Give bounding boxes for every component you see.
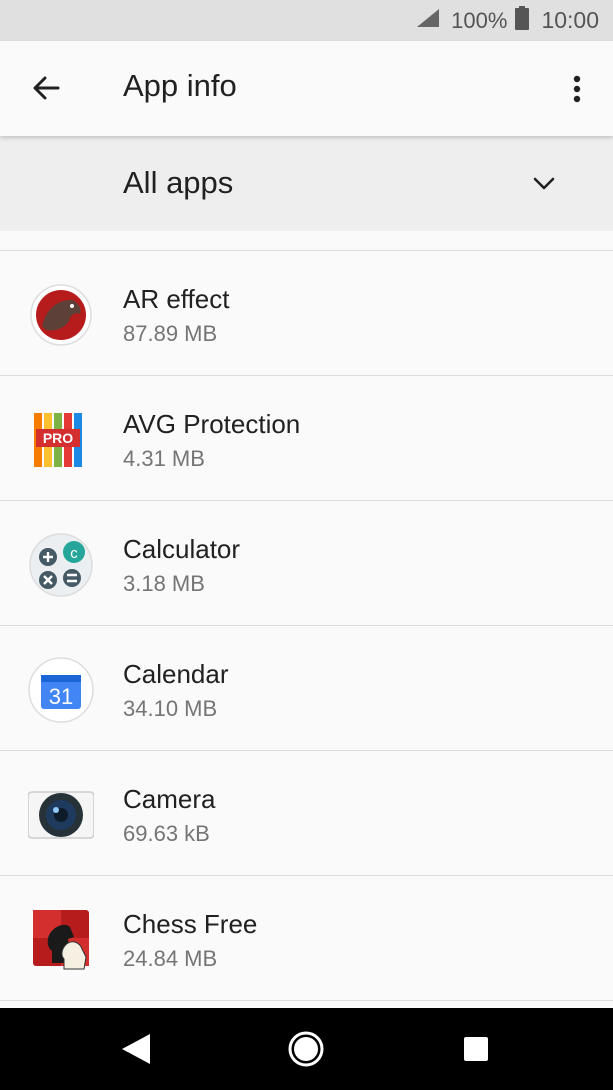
nav-recents-button[interactable] xyxy=(456,1029,496,1069)
circle-home-icon xyxy=(288,1031,324,1067)
app-name: Calendar xyxy=(123,659,229,689)
calendar-icon: 31 xyxy=(28,657,94,723)
dropdown-toggle[interactable] xyxy=(529,169,559,199)
app-list: AR effect 87.89 MB PRO AVG Protection 4.… xyxy=(0,250,613,1001)
navigation-bar xyxy=(0,1008,613,1090)
app-size: 69.63 kB xyxy=(123,821,210,846)
camera-icon xyxy=(28,791,94,839)
nav-home-button[interactable] xyxy=(286,1029,326,1069)
calendar-day-label: 31 xyxy=(49,684,73,709)
calculator-c-label: c xyxy=(70,545,78,562)
list-item[interactable]: Chess Free 24.84 MB xyxy=(0,876,613,1001)
battery-percent: 100% xyxy=(451,7,508,33)
avg-pro-label: PRO xyxy=(43,430,73,446)
app-name: Chess Free xyxy=(123,909,258,939)
app-size: 34.10 MB xyxy=(123,696,218,721)
app-name: AVG Protection xyxy=(123,409,301,439)
calculator-icon: c xyxy=(29,533,93,597)
app-bar: App info xyxy=(0,41,613,136)
list-item[interactable]: Camera 69.63 kB xyxy=(0,751,613,876)
app-name: Camera xyxy=(123,784,216,814)
app-size: 24.84 MB xyxy=(123,946,218,971)
chess-free-icon xyxy=(33,910,89,970)
page-title: App info xyxy=(123,68,237,103)
app-name: Calculator xyxy=(123,534,241,564)
app-filter-dropdown[interactable]: All apps xyxy=(0,136,613,231)
triangle-back-icon xyxy=(122,1034,150,1064)
list-item[interactable]: 31 Calendar 34.10 MB xyxy=(0,626,613,751)
chevron-down-icon xyxy=(533,177,555,190)
status-bar: 100% 10:00 xyxy=(0,0,613,41)
app-size: 3.18 MB xyxy=(123,571,205,596)
app-size: 4.31 MB xyxy=(123,446,205,471)
nav-back-button[interactable] xyxy=(116,1029,156,1069)
more-options-button[interactable] xyxy=(565,71,589,107)
battery-icon xyxy=(515,5,530,36)
list-item[interactable]: AR effect 87.89 MB xyxy=(0,251,613,376)
app-name: AR effect xyxy=(123,284,230,314)
clock: 10:00 xyxy=(541,7,599,33)
list-item[interactable]: PRO AVG Protection 4.31 MB xyxy=(0,376,613,501)
app-size: 87.89 MB xyxy=(123,321,218,346)
ar-effect-icon xyxy=(30,284,92,346)
back-arrow-icon xyxy=(33,76,60,100)
filter-label: All apps xyxy=(123,165,234,200)
avg-protection-icon: PRO xyxy=(34,413,82,467)
square-recents-icon xyxy=(464,1037,488,1061)
more-vert-icon xyxy=(573,75,581,103)
list-item[interactable]: c Calculator 3.18 MB xyxy=(0,501,613,626)
back-button[interactable] xyxy=(28,70,64,106)
signal-icon xyxy=(415,7,441,35)
